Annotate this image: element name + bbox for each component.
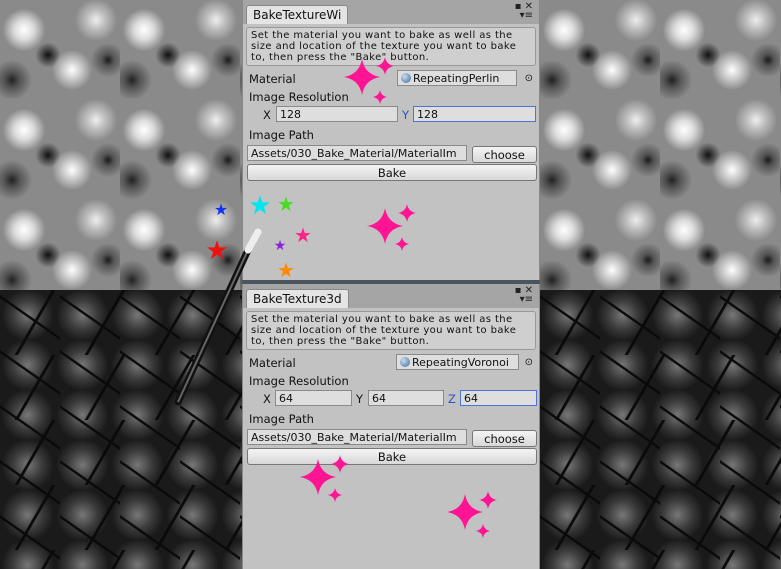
window-controls[interactable]: ▪ ✕ ▾≡ [515, 2, 533, 21]
material-label: Material [249, 72, 296, 86]
voronoi-texture-right [540, 290, 781, 569]
material-value: RepeatingVoronoi [412, 356, 509, 369]
x-label: X [263, 108, 271, 122]
bake-button[interactable]: Bake [247, 164, 537, 181]
material-field[interactable]: RepeatingVoronoi [396, 354, 519, 370]
window-controls[interactable]: ▪ ✕ ▾≡ [515, 286, 533, 305]
image-path-input[interactable]: Assets/030_Bake_Material/MaterialIm [247, 145, 467, 161]
perlin-texture-left [0, 0, 242, 290]
material-field[interactable]: RepeatingPerlin [397, 70, 517, 86]
y-label: Y [402, 108, 410, 122]
resolution-label: Image Resolution [249, 374, 349, 388]
material-value: RepeatingPerlin [413, 72, 500, 85]
image-path-input[interactable]: Assets/030_Bake_Material/MaterialIm [247, 429, 467, 445]
z-label: Z [448, 392, 456, 406]
resolution-label: Image Resolution [249, 90, 349, 104]
material-sphere-icon [401, 73, 411, 83]
material-label: Material [249, 356, 296, 370]
tab-menu-icon[interactable]: ▾≡ [520, 10, 533, 21]
tab-bar: BakeTexture3d ▪ ✕ ▾≡ [243, 284, 539, 308]
y-label: Y [356, 392, 364, 406]
perlin-texture-right [540, 0, 781, 290]
x-input[interactable]: 128 [276, 106, 398, 122]
object-picker-icon[interactable]: ⊙ [525, 73, 533, 84]
tab-bar: BakeTextureWi ▪ ✕ ▾≡ [243, 0, 539, 24]
bake-texture-window: BakeTextureWi ▪ ✕ ▾≡ Set the material you… [242, 0, 540, 280]
bake-texture-3d-window: BakeTexture3d ▪ ✕ ▾≡ Set the material you… [242, 284, 540, 569]
image-path-label: Image Path [249, 128, 314, 142]
voronoi-texture-left [0, 290, 242, 569]
x-input[interactable]: 64 [275, 390, 352, 406]
help-box: Set the material you want to bake as wel… [246, 311, 536, 350]
choose-button[interactable]: choose [472, 146, 537, 163]
bake-button[interactable]: Bake [247, 448, 537, 465]
help-box: Set the material you want to bake as wel… [246, 27, 536, 66]
object-picker-icon[interactable]: ⊙ [525, 357, 533, 368]
image-path-label: Image Path [249, 412, 314, 426]
x-label: X [263, 392, 271, 406]
tab-menu-icon[interactable]: ▾≡ [520, 294, 533, 305]
window-tab[interactable]: BakeTextureWi [246, 5, 349, 24]
y-input[interactable]: 128 [413, 106, 536, 122]
z-input[interactable]: 64 [460, 390, 537, 406]
choose-button[interactable]: choose [472, 430, 537, 447]
material-sphere-icon [400, 357, 410, 367]
y-input[interactable]: 64 [368, 390, 444, 406]
window-tab[interactable]: BakeTexture3d [246, 289, 349, 308]
